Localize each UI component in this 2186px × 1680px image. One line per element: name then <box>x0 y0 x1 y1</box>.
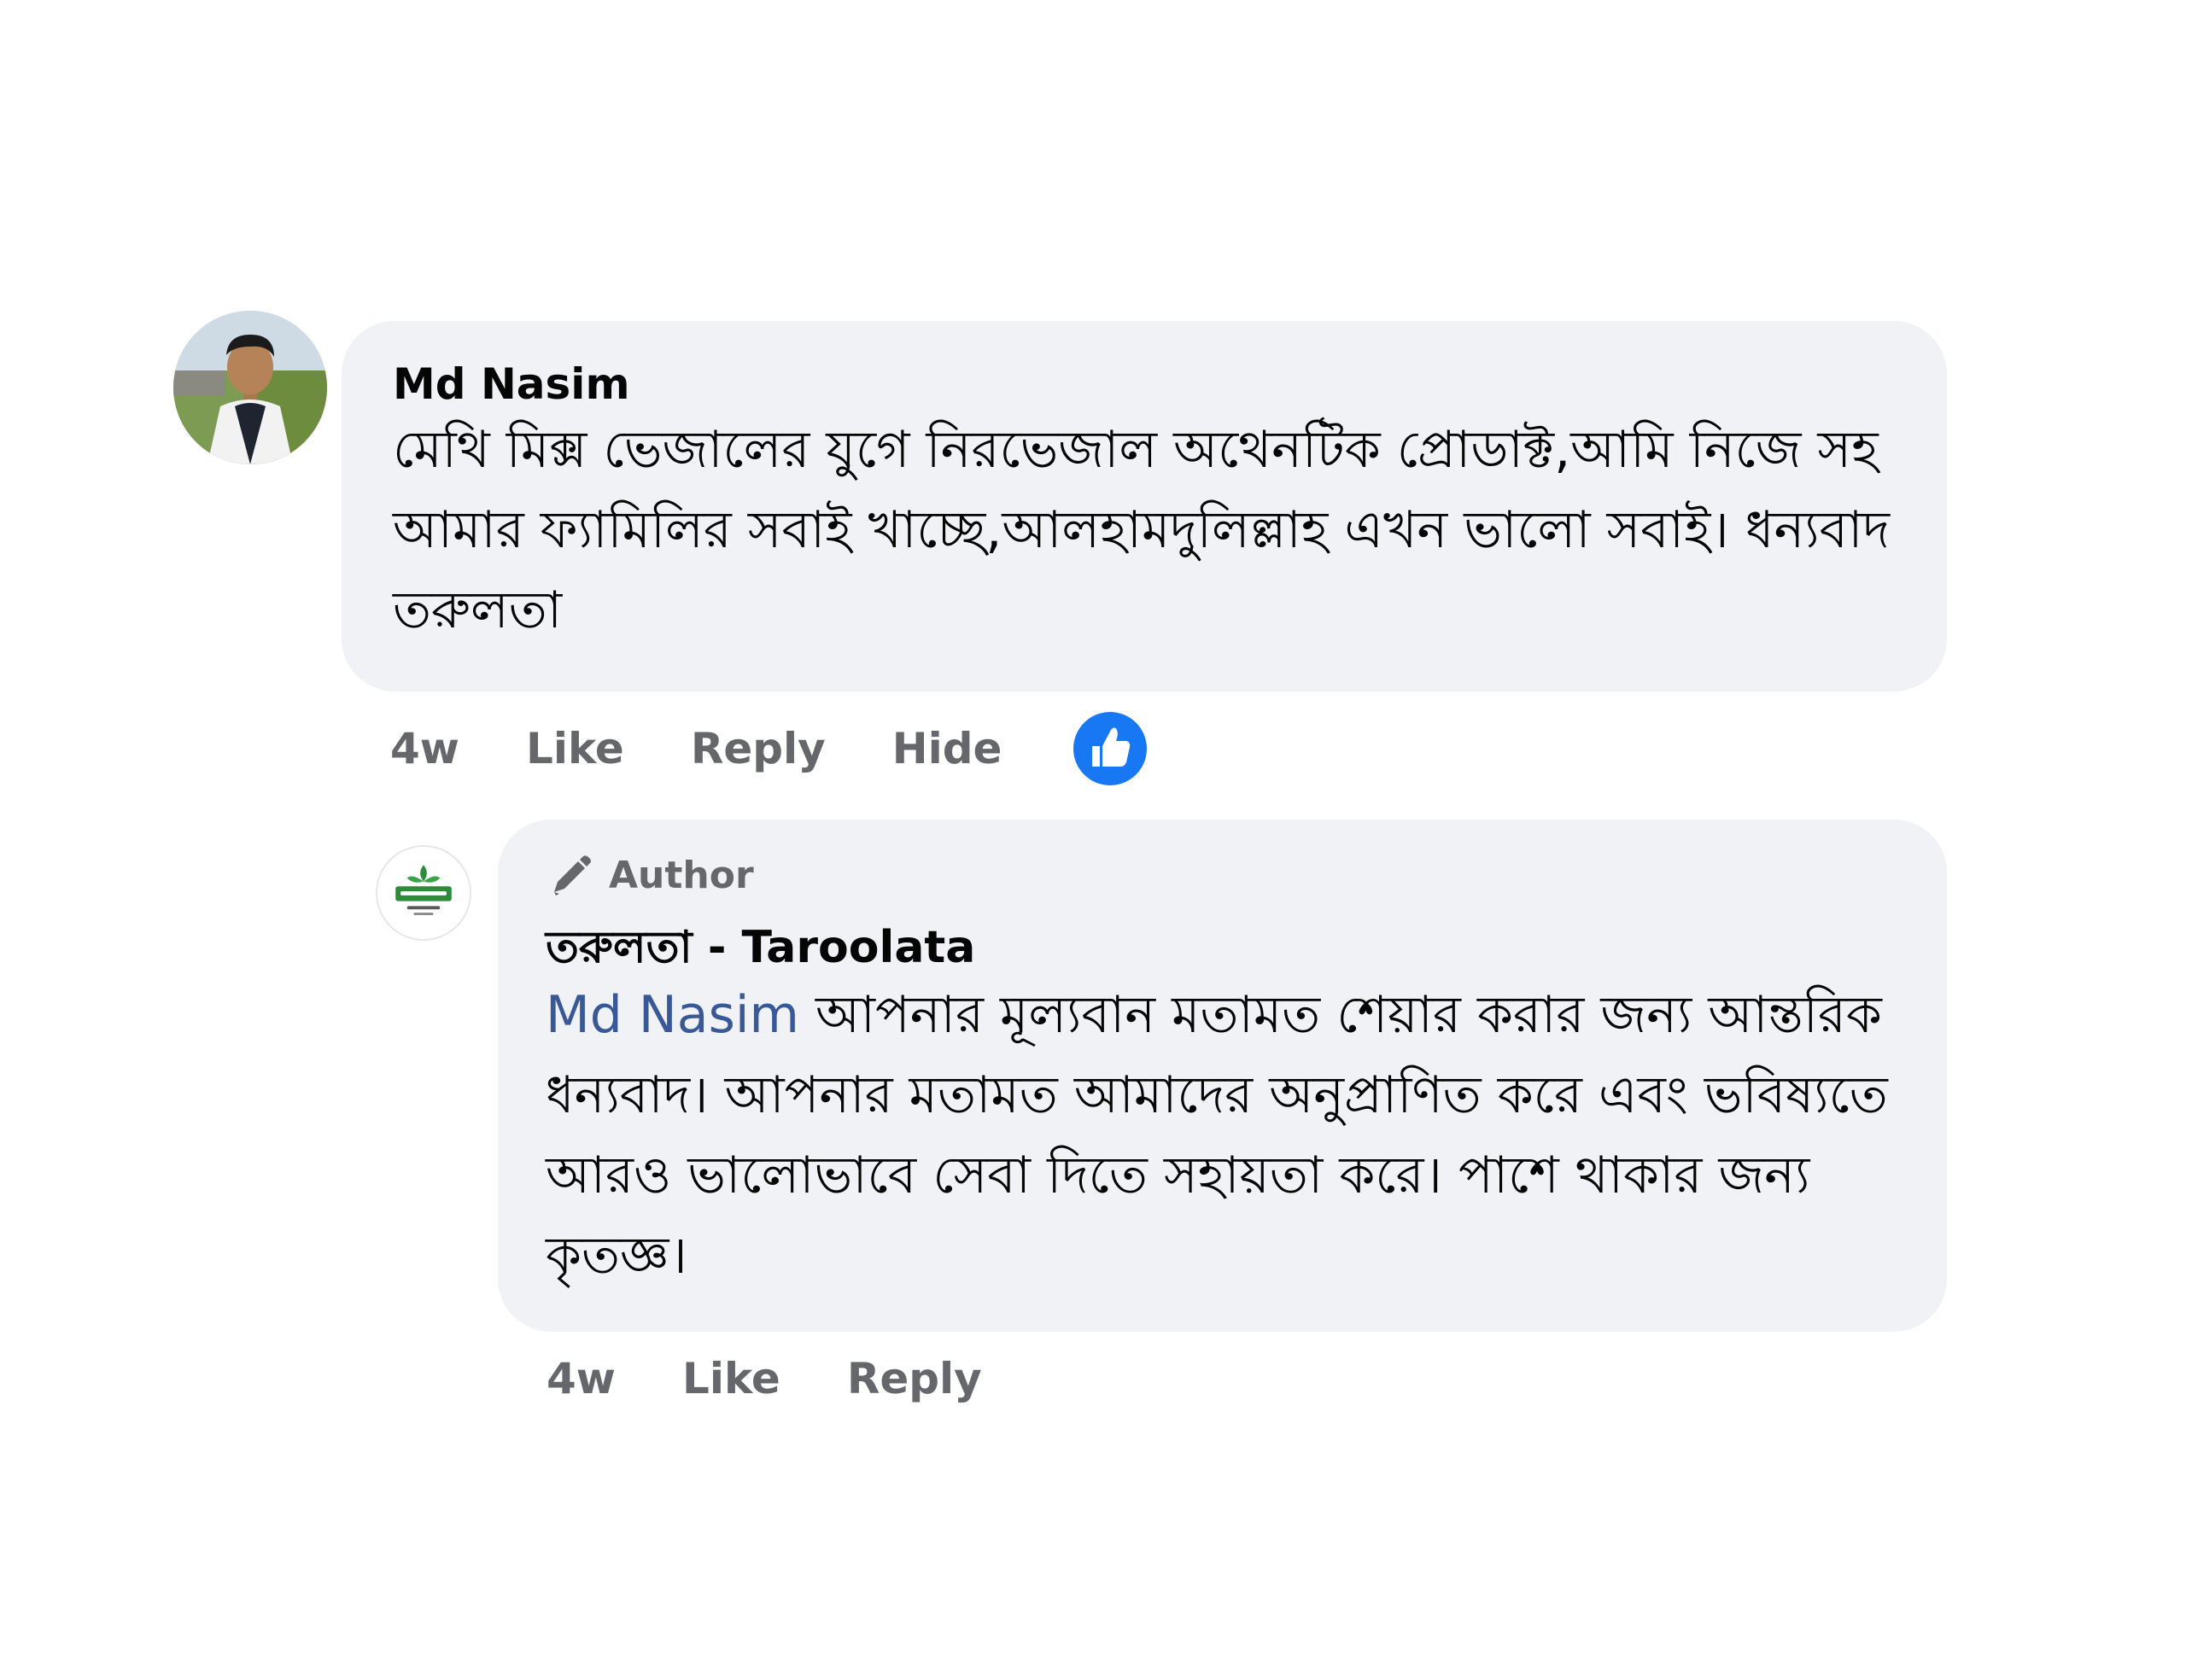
taroolata-logo <box>377 847 470 939</box>
reply-actions: 4w Like Reply <box>546 1347 982 1410</box>
reply-timestamp[interactable]: 4w <box>546 1354 616 1403</box>
comment-text: মেথি মিক্স ভেজালের যুগে নিরভেজাল অথেনটিক… <box>393 420 1890 640</box>
reply-bubble: Author তরুলতা - Taroolata Md Nasim আপনার… <box>498 820 1947 1332</box>
commenter-avatar[interactable] <box>173 311 327 464</box>
thumbs-up-icon[interactable] <box>1073 712 1148 785</box>
author-badge-label: Author <box>609 854 754 897</box>
reply-author-name[interactable]: তরুলতা - Taroolata <box>546 920 1947 975</box>
reply-reply-button[interactable]: Reply <box>847 1354 982 1403</box>
reply-text-block: Md Nasim আপনার মূল্যবান মতামত শেয়ার করা… <box>546 975 1895 1296</box>
pencil-icon <box>546 851 595 901</box>
comment-hide-button[interactable]: Hide <box>892 724 1002 773</box>
comment-timestamp[interactable]: 4w <box>390 724 459 773</box>
commenter-photo <box>173 311 327 464</box>
comment-like-button[interactable]: Like <box>526 724 624 773</box>
comment-bubble: Md Nasim মেথি মিক্স ভেজালের যুগে নিরভেজা… <box>342 321 1947 691</box>
reply-mention-link[interactable]: Md Nasim <box>546 985 799 1045</box>
comment-author-name[interactable]: Md Nasim <box>393 359 1947 410</box>
comment-actions: 4w Like Reply Hide <box>390 712 1148 785</box>
author-badge: Author <box>546 850 1947 901</box>
comment-reply-button[interactable]: Reply <box>691 724 826 773</box>
reply-like-button[interactable]: Like <box>682 1354 780 1403</box>
page-avatar[interactable] <box>376 845 471 941</box>
